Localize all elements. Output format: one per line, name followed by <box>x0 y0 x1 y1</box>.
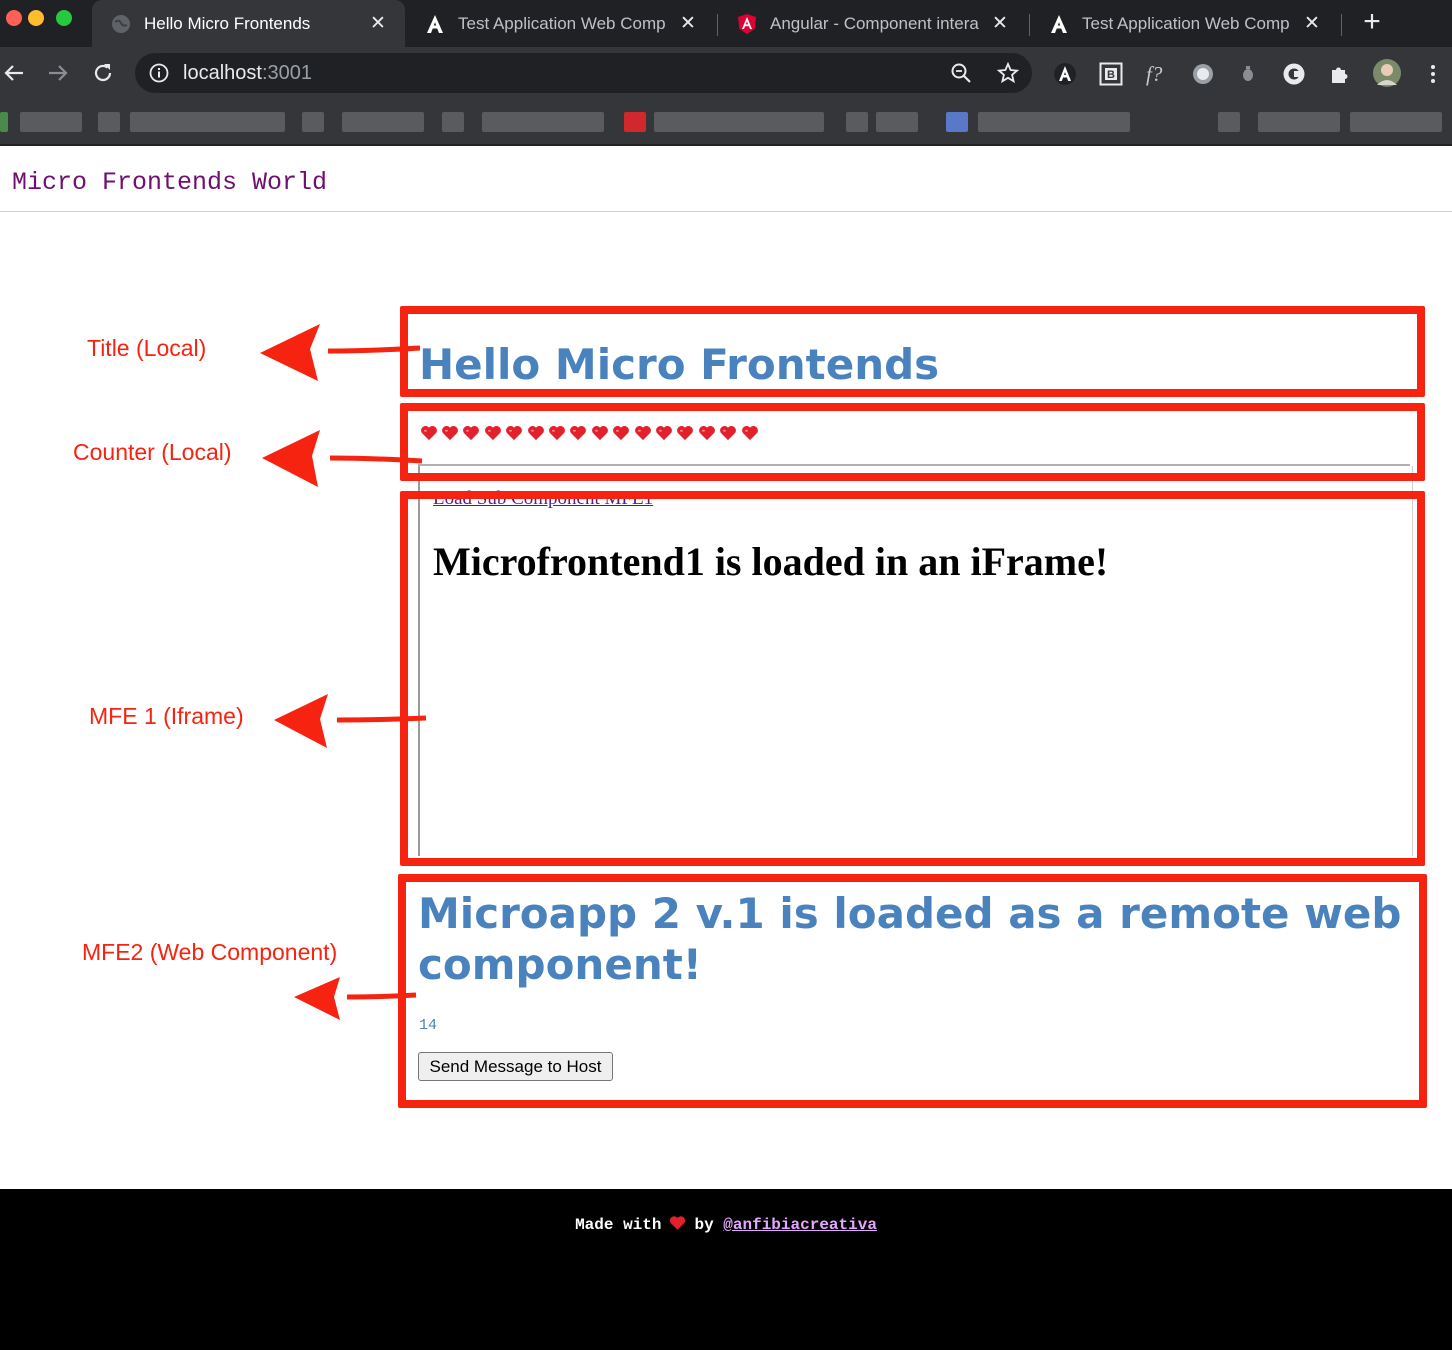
bookmark-item[interactable] <box>1258 112 1340 132</box>
menu-dots-icon[interactable] <box>1420 61 1446 87</box>
bookmark-item[interactable] <box>654 112 824 132</box>
url-port: :3001 <box>261 62 312 84</box>
globe-icon <box>110 13 132 35</box>
counter-annotation-label: Counter (Local) <box>73 439 232 465</box>
bookmark-item[interactable] <box>1350 112 1442 132</box>
heart-icon <box>669 1215 686 1236</box>
tab-title: Test Application Web Comp <box>458 13 666 33</box>
title-annotation-label: Title (Local) <box>87 335 207 361</box>
tab-close-icon[interactable]: ✕ <box>367 12 389 35</box>
bulb-extension-icon[interactable] <box>1235 61 1261 87</box>
svg-text:B: B <box>1107 69 1115 81</box>
circle-extension-icon[interactable] <box>1190 61 1216 87</box>
tab-title: Hello Micro Frontends <box>144 13 311 33</box>
bookmark-item[interactable] <box>20 112 82 132</box>
bookmark-star-icon[interactable] <box>995 60 1021 86</box>
mfe2-arrow-icon <box>294 977 417 1020</box>
tab-close-icon[interactable]: ✕ <box>677 12 699 35</box>
bookmark-item[interactable] <box>482 112 604 132</box>
tab-test-application-2[interactable]: Test Application Web Comp ✕ <box>1042 0 1337 47</box>
tab-hello-micro-frontends[interactable]: Hello Micro Frontends ✕ <box>92 0 405 47</box>
tab-separator <box>717 14 718 36</box>
bookmark-item[interactable] <box>98 112 120 132</box>
address-bar[interactable]: localhost:3001 <box>135 53 1032 93</box>
bookmark-item[interactable] <box>846 112 868 132</box>
bookmark-item[interactable] <box>442 112 464 132</box>
url-host: localhost <box>183 62 262 84</box>
angular-a-icon <box>1048 13 1070 35</box>
bookmark-item[interactable] <box>946 112 968 132</box>
mfe2-annotation-label: MFE2 (Web Component) <box>82 939 338 965</box>
profile-avatar-icon[interactable] <box>1372 58 1402 88</box>
bookmarks-bar <box>0 100 1452 146</box>
tab-close-icon[interactable]: ✕ <box>1301 12 1323 35</box>
svg-text:f?: f? <box>1146 62 1163 86</box>
mfe2-annotation-box <box>398 874 1427 1108</box>
bookmark-item[interactable] <box>130 112 285 132</box>
reload-icon <box>94 64 112 82</box>
mfe1-arrow-icon <box>274 694 427 748</box>
bookmark-item[interactable] <box>876 112 918 132</box>
tab-test-application-1[interactable]: Test Application Web Comp ✕ <box>418 0 713 47</box>
counter-arrow-icon <box>262 430 423 487</box>
angular-a-icon <box>424 13 446 35</box>
site-title: Micro Frontends World <box>12 168 328 197</box>
browser-tab-bar: Hello Micro Frontends ✕ Test Application… <box>0 0 1452 47</box>
bookmark-item[interactable] <box>624 112 646 132</box>
bookmark-item[interactable] <box>978 112 1130 132</box>
a-extension-icon[interactable] <box>1052 61 1078 87</box>
close-window-button[interactable] <box>6 10 22 26</box>
browser-toolbar: localhost:3001 B f? <box>0 47 1452 100</box>
c-extension-icon[interactable] <box>1281 61 1307 87</box>
arrow-left-icon <box>4 65 23 81</box>
author-link[interactable]: @anfibiacreativa <box>723 1216 877 1234</box>
site-header: Micro Frontends World <box>0 146 1452 212</box>
reload-button[interactable] <box>89 59 117 87</box>
tab-close-icon[interactable]: ✕ <box>989 12 1011 35</box>
info-icon[interactable] <box>149 63 169 83</box>
bookmark-item[interactable] <box>0 112 8 132</box>
puzzle-icon[interactable] <box>1327 61 1353 87</box>
footer-by: by <box>694 1216 714 1234</box>
mfe1-annotation-box <box>400 491 1425 866</box>
footer-made-with: Made with <box>575 1216 662 1234</box>
bookmark-item[interactable] <box>1218 112 1240 132</box>
forward-button[interactable] <box>44 59 72 87</box>
footer: Made with by @anfibiacreativa <box>0 1189 1452 1350</box>
zoom-icon[interactable] <box>948 60 974 86</box>
back-button[interactable] <box>0 59 28 87</box>
angular-shield-icon <box>736 13 758 35</box>
counter-annotation-box <box>400 403 1425 481</box>
tab-angular-component[interactable]: Angular - Component intera ✕ <box>730 0 1025 47</box>
footer-text: Made with by @anfibiacreativa <box>0 1215 1452 1236</box>
b-extension-icon[interactable]: B <box>1098 61 1124 87</box>
title-annotation-box <box>400 306 1425 397</box>
f-extension-icon[interactable]: f? <box>1144 61 1170 87</box>
maximize-window-button[interactable] <box>56 10 72 26</box>
new-tab-button[interactable]: + <box>1356 6 1388 38</box>
bookmark-item[interactable] <box>302 112 324 132</box>
tab-separator <box>1341 14 1342 36</box>
tab-separator <box>1029 14 1030 36</box>
title-arrow-icon <box>260 324 421 381</box>
url-text: localhost:3001 <box>183 62 312 85</box>
arrow-right-icon <box>49 65 68 81</box>
bookmark-item[interactable] <box>342 112 424 132</box>
minimize-window-button[interactable] <box>28 10 44 26</box>
tab-title: Angular - Component intera <box>770 13 979 33</box>
mfe1-annotation-label: MFE 1 (Iframe) <box>89 703 244 729</box>
tab-title: Test Application Web Comp <box>1082 13 1290 33</box>
